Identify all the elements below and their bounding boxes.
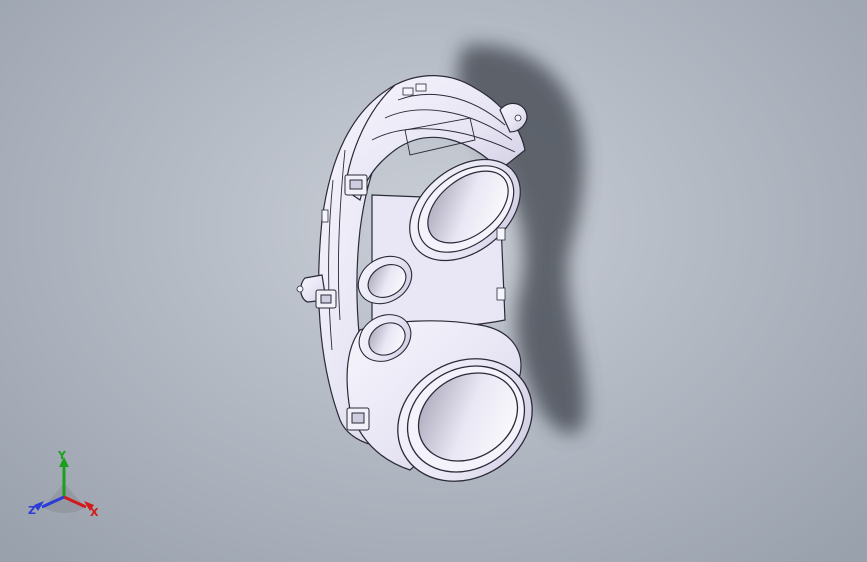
- model-scene[interactable]: [0, 0, 867, 562]
- triad-x-label: X: [90, 506, 99, 519]
- triad-y-label: Y: [58, 449, 66, 462]
- graphics-viewport[interactable]: Y X Z: [0, 0, 867, 562]
- triad-z-label: Z: [28, 504, 36, 517]
- view-orientation-triad[interactable]: Y X Z: [22, 445, 112, 525]
